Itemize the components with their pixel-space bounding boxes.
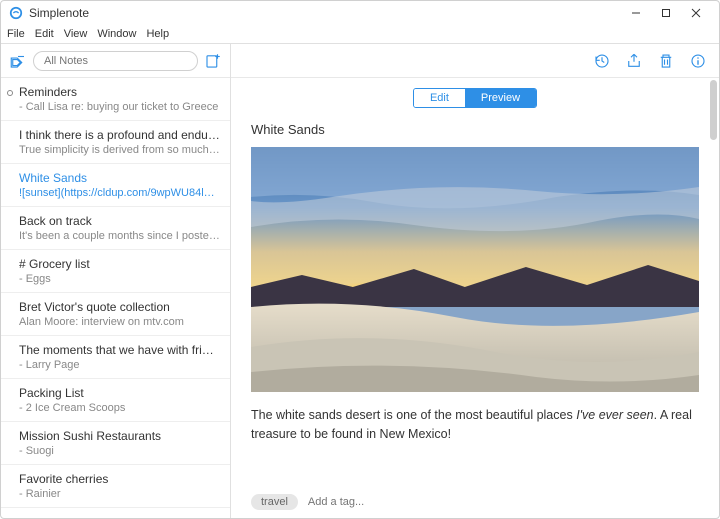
note-em: I've ever seen xyxy=(576,408,653,422)
note-excerpt: True simplicity is derived from so much … xyxy=(19,144,220,156)
share-icon[interactable] xyxy=(625,52,643,70)
note-item[interactable]: # Grocery list - Eggs xyxy=(1,250,230,293)
menu-window[interactable]: Window xyxy=(97,28,136,40)
note-item[interactable]: Reminders - Call Lisa re: buying our tic… xyxy=(1,78,230,121)
note-excerpt: - Call Lisa re: buying our ticket to Gre… xyxy=(19,101,220,113)
note-title: Reminders xyxy=(19,85,220,99)
note-title: # Grocery list xyxy=(19,257,220,271)
note-item[interactable]: Mission Sushi Restaurants - Suogi xyxy=(1,422,230,465)
note-excerpt: - Suogi xyxy=(19,445,220,457)
note-excerpt: Alan Moore: interview on mtv.com xyxy=(19,316,220,328)
note-title: White Sands xyxy=(19,171,220,185)
note-item[interactable]: The moments that we have with friends ..… xyxy=(1,336,230,379)
scrollbar[interactable] xyxy=(710,80,717,516)
sidebar-toolbar xyxy=(1,44,230,78)
menu-file[interactable]: File xyxy=(7,28,25,40)
tag-chip[interactable]: travel xyxy=(251,494,298,510)
note-item[interactable]: White Sands ![sunset](https://cldup.com/… xyxy=(1,164,230,207)
note-title: Packing List xyxy=(19,386,220,400)
note-text: The white sands desert is one of the mos… xyxy=(251,408,576,422)
note-body: White Sands xyxy=(231,114,719,488)
menu-edit[interactable]: Edit xyxy=(35,28,54,40)
note-excerpt: - Eggs xyxy=(19,273,220,285)
note-excerpt: - Rainier xyxy=(19,488,220,500)
note-item[interactable]: Back on track It's been a couple months … xyxy=(1,207,230,250)
note-item[interactable]: Bret Victor's quote collection Alan Moor… xyxy=(1,293,230,336)
note-heading: White Sands xyxy=(251,122,699,137)
note-title: Mission Sushi Restaurants xyxy=(19,429,220,443)
window-minimize-button[interactable] xyxy=(621,3,651,23)
info-icon[interactable] xyxy=(689,52,707,70)
editor-toolbar xyxy=(231,44,719,78)
note-list: Reminders - Call Lisa re: buying our tic… xyxy=(1,78,230,518)
note-excerpt: ![sunset](https://cldup.com/9wpWU84l3n.j… xyxy=(19,187,220,199)
note-item[interactable]: I think there is a profound and enduring… xyxy=(1,121,230,164)
titlebar: Simplenote xyxy=(1,1,719,25)
pin-icon xyxy=(7,90,13,96)
note-item[interactable]: Packing List - 2 Ice Cream Scoops xyxy=(1,379,230,422)
app-title: Simplenote xyxy=(29,6,89,20)
history-icon[interactable] xyxy=(593,52,611,70)
window-close-button[interactable] xyxy=(681,3,711,23)
tag-row: travel xyxy=(231,488,719,518)
note-excerpt: - 2 Ice Cream Scoops xyxy=(19,402,220,414)
app-icon xyxy=(9,6,23,20)
note-title: Bret Victor's quote collection xyxy=(19,300,220,314)
menubar: File Edit View Window Help xyxy=(1,25,719,43)
tags-icon[interactable] xyxy=(9,52,27,70)
window-maximize-button[interactable] xyxy=(651,3,681,23)
note-excerpt: - Larry Page xyxy=(19,359,220,371)
note-excerpt: It's been a couple months since I posted… xyxy=(19,230,220,242)
note-title: Back on track xyxy=(19,214,220,228)
mode-preview-tab[interactable]: Preview xyxy=(465,89,536,107)
sidebar: Reminders - Call Lisa re: buying our tic… xyxy=(1,44,231,518)
editor-panel: Edit Preview White Sands xyxy=(231,44,719,518)
menu-help[interactable]: Help xyxy=(146,28,169,40)
menu-view[interactable]: View xyxy=(64,28,88,40)
scrollbar-thumb[interactable] xyxy=(710,80,717,140)
trash-icon[interactable] xyxy=(657,52,675,70)
note-title: I think there is a profound and enduring xyxy=(19,128,220,142)
note-title: The moments that we have with friends ..… xyxy=(19,343,220,357)
mode-edit-tab[interactable]: Edit xyxy=(414,89,465,107)
mode-toggle: Edit Preview xyxy=(413,88,537,108)
new-note-button[interactable] xyxy=(204,52,222,70)
note-item[interactable]: Favorite cherries - Rainier xyxy=(1,465,230,508)
note-title: Favorite cherries xyxy=(19,472,220,486)
note-paragraph: The white sands desert is one of the mos… xyxy=(251,406,699,444)
mode-toggle-row: Edit Preview xyxy=(231,78,719,114)
add-tag-input[interactable] xyxy=(306,495,452,509)
search-input[interactable] xyxy=(33,51,198,71)
note-image xyxy=(251,147,699,392)
